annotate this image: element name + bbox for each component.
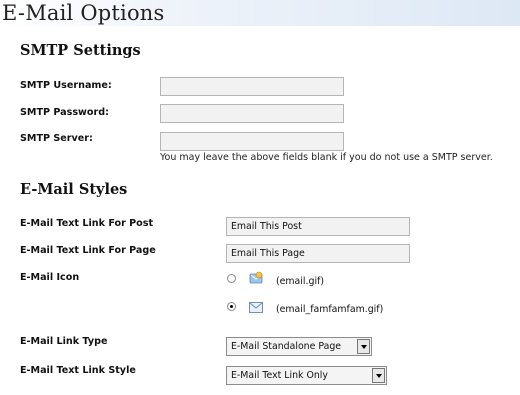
- smtp-password-input[interactable]: [160, 104, 344, 123]
- email-icon-radio-2[interactable]: [227, 302, 236, 311]
- link-style-selected-value: E-Mail Text Link Only: [231, 370, 328, 381]
- email-icon-filename-2: (email_famfamfam.gif): [276, 304, 384, 315]
- email-icon-filename-1: (email.gif): [276, 276, 325, 287]
- email-styles-heading: E-Mail Styles: [20, 181, 128, 198]
- link-type-select[interactable]: E-Mail Standalone Page: [226, 337, 372, 356]
- smtp-hint-text: You may leave the above fields blank if …: [160, 152, 493, 163]
- page-title: E-Mail Options: [0, 0, 520, 26]
- chevron-down-icon[interactable]: [357, 339, 370, 354]
- email-icon-radio-1[interactable]: [227, 274, 236, 283]
- link-style-label: E-Mail Text Link Style: [20, 365, 136, 376]
- link-type-selected-value: E-Mail Standalone Page: [231, 341, 342, 352]
- post-link-label: E-Mail Text Link For Post: [20, 218, 154, 229]
- page-link-label: E-Mail Text Link For Page: [20, 245, 156, 256]
- link-type-label: E-Mail Link Type: [20, 336, 108, 347]
- smtp-server-input[interactable]: [160, 132, 344, 151]
- smtp-username-input[interactable]: [160, 77, 344, 96]
- smtp-password-label: SMTP Password:: [20, 107, 109, 118]
- post-link-input[interactable]: [226, 217, 410, 236]
- email-icon-label: E-Mail Icon: [20, 272, 80, 283]
- link-style-select[interactable]: E-Mail Text Link Only: [226, 366, 387, 385]
- email-gif-icon: [249, 271, 263, 288]
- chevron-down-icon[interactable]: [372, 368, 385, 383]
- smtp-username-label: SMTP Username:: [20, 80, 112, 91]
- smtp-server-label: SMTP Server:: [20, 133, 93, 144]
- smtp-settings-heading: SMTP Settings: [20, 42, 141, 59]
- envelope-famfamfam-icon: [249, 302, 263, 316]
- page-link-input[interactable]: [226, 244, 410, 263]
